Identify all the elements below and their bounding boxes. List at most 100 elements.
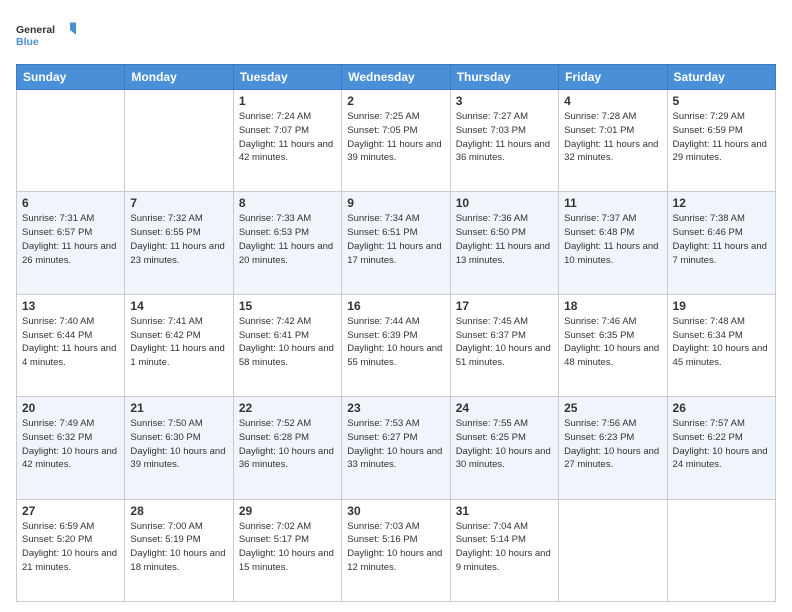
calendar-cell: 13Sunrise: 7:40 AM Sunset: 6:44 PM Dayli… bbox=[17, 294, 125, 396]
calendar-cell: 18 Sunrise: 7:46 AM Sunset: 6:35 PM Dayli… bbox=[559, 294, 667, 396]
day-info: Sunrise: 7:29 AM Sunset: 6:59 PM Dayligh… bbox=[673, 110, 770, 165]
header-saturday: Saturday bbox=[667, 65, 775, 90]
day-info: Sunrise: 7:45 AM Sunset: 6:37 PM Dayligh… bbox=[456, 315, 553, 370]
day-number: 11 bbox=[564, 196, 661, 210]
day-info: Sunrise: 7:53 AM Sunset: 6:27 PM Dayligh… bbox=[347, 417, 444, 472]
calendar-cell: 31Sunrise: 7:04 AM Sunset: 5:14 PM Dayli… bbox=[450, 499, 558, 601]
calendar-cell: 19 Sunrise: 7:48 AM Sunset: 6:34 PM Dayli… bbox=[667, 294, 775, 396]
header-wednesday: Wednesday bbox=[342, 65, 450, 90]
day-number: 2 bbox=[347, 94, 444, 108]
day-number: 18 bbox=[564, 299, 661, 313]
calendar-cell: 5 Sunrise: 7:29 AM Sunset: 6:59 PM Daylig… bbox=[667, 90, 775, 192]
day-info: Sunrise: 7:37 AM Sunset: 6:48 PM Dayligh… bbox=[564, 212, 661, 267]
calendar-cell: 27 Sunrise: 6:59 AM Sunset: 5:20 PM Dayli… bbox=[17, 499, 125, 601]
day-number: 7 bbox=[130, 196, 227, 210]
calendar-cell bbox=[125, 90, 233, 192]
page: General Blue SundayMondayTuesdayWednesda… bbox=[0, 0, 792, 612]
day-number: 16 bbox=[347, 299, 444, 313]
header-monday: Monday bbox=[125, 65, 233, 90]
calendar-cell: 24 Sunrise: 7:55 AM Sunset: 6:25 PM Dayli… bbox=[450, 397, 558, 499]
calendar-cell: 29Sunrise: 7:02 AM Sunset: 5:17 PM Dayli… bbox=[233, 499, 341, 601]
week-row-5: 27 Sunrise: 6:59 AM Sunset: 5:20 PM Dayli… bbox=[17, 499, 776, 601]
week-row-1: 1Sunrise: 7:24 AM Sunset: 7:07 PM Daylig… bbox=[17, 90, 776, 192]
calendar-cell: 16 Sunrise: 7:44 AM Sunset: 6:39 PM Dayli… bbox=[342, 294, 450, 396]
calendar-cell bbox=[667, 499, 775, 601]
day-info: Sunrise: 7:49 AM Sunset: 6:32 PM Dayligh… bbox=[22, 417, 119, 472]
calendar-cell: 17 Sunrise: 7:45 AM Sunset: 6:37 PM Dayli… bbox=[450, 294, 558, 396]
day-info: Sunrise: 7:27 AM Sunset: 7:03 PM Dayligh… bbox=[456, 110, 553, 165]
day-info: Sunrise: 7:32 AM Sunset: 6:55 PM Dayligh… bbox=[130, 212, 227, 267]
day-info: Sunrise: 7:33 AM Sunset: 6:53 PM Dayligh… bbox=[239, 212, 336, 267]
calendar-cell: 21 Sunrise: 7:50 AM Sunset: 6:30 PM Dayli… bbox=[125, 397, 233, 499]
calendar-cell bbox=[17, 90, 125, 192]
day-number: 17 bbox=[456, 299, 553, 313]
day-number: 28 bbox=[130, 504, 227, 518]
svg-text:General: General bbox=[16, 24, 55, 36]
calendar-cell: 8Sunrise: 7:33 AM Sunset: 6:53 PM Daylig… bbox=[233, 192, 341, 294]
day-number: 22 bbox=[239, 401, 336, 415]
day-info: Sunrise: 7:41 AM Sunset: 6:42 PM Dayligh… bbox=[130, 315, 227, 370]
day-info: Sunrise: 7:44 AM Sunset: 6:39 PM Dayligh… bbox=[347, 315, 444, 370]
calendar-cell: 12 Sunrise: 7:38 AM Sunset: 6:46 PM Dayli… bbox=[667, 192, 775, 294]
calendar-cell: 11 Sunrise: 7:37 AM Sunset: 6:48 PM Dayli… bbox=[559, 192, 667, 294]
day-info: Sunrise: 7:02 AM Sunset: 5:17 PM Dayligh… bbox=[239, 520, 336, 575]
calendar-cell: 6 Sunrise: 7:31 AM Sunset: 6:57 PM Daylig… bbox=[17, 192, 125, 294]
day-info: Sunrise: 7:25 AM Sunset: 7:05 PM Dayligh… bbox=[347, 110, 444, 165]
day-info: Sunrise: 7:57 AM Sunset: 6:22 PM Dayligh… bbox=[673, 417, 770, 472]
calendar-cell: 26 Sunrise: 7:57 AM Sunset: 6:22 PM Dayli… bbox=[667, 397, 775, 499]
day-number: 1 bbox=[239, 94, 336, 108]
day-info: Sunrise: 7:46 AM Sunset: 6:35 PM Dayligh… bbox=[564, 315, 661, 370]
calendar-cell: 1Sunrise: 7:24 AM Sunset: 7:07 PM Daylig… bbox=[233, 90, 341, 192]
calendar-header-row: SundayMondayTuesdayWednesdayThursdayFrid… bbox=[17, 65, 776, 90]
day-number: 14 bbox=[130, 299, 227, 313]
day-number: 24 bbox=[456, 401, 553, 415]
day-number: 10 bbox=[456, 196, 553, 210]
day-number: 26 bbox=[673, 401, 770, 415]
day-info: Sunrise: 7:38 AM Sunset: 6:46 PM Dayligh… bbox=[673, 212, 770, 267]
day-number: 5 bbox=[673, 94, 770, 108]
calendar-cell: 3 Sunrise: 7:27 AM Sunset: 7:03 PM Daylig… bbox=[450, 90, 558, 192]
day-info: Sunrise: 6:59 AM Sunset: 5:20 PM Dayligh… bbox=[22, 520, 119, 575]
day-number: 12 bbox=[673, 196, 770, 210]
day-number: 20 bbox=[22, 401, 119, 415]
calendar-cell bbox=[559, 499, 667, 601]
day-number: 13 bbox=[22, 299, 119, 313]
logo: General Blue bbox=[16, 16, 76, 56]
day-number: 15 bbox=[239, 299, 336, 313]
calendar-cell: 9Sunrise: 7:34 AM Sunset: 6:51 PM Daylig… bbox=[342, 192, 450, 294]
day-info: Sunrise: 7:56 AM Sunset: 6:23 PM Dayligh… bbox=[564, 417, 661, 472]
header-thursday: Thursday bbox=[450, 65, 558, 90]
svg-text:Blue: Blue bbox=[16, 36, 39, 48]
day-number: 31 bbox=[456, 504, 553, 518]
day-info: Sunrise: 7:50 AM Sunset: 6:30 PM Dayligh… bbox=[130, 417, 227, 472]
calendar-cell: 10 Sunrise: 7:36 AM Sunset: 6:50 PM Dayli… bbox=[450, 192, 558, 294]
calendar-cell: 25 Sunrise: 7:56 AM Sunset: 6:23 PM Dayli… bbox=[559, 397, 667, 499]
day-info: Sunrise: 7:31 AM Sunset: 6:57 PM Dayligh… bbox=[22, 212, 119, 267]
day-info: Sunrise: 7:55 AM Sunset: 6:25 PM Dayligh… bbox=[456, 417, 553, 472]
logo-svg: General Blue bbox=[16, 16, 76, 56]
header-sunday: Sunday bbox=[17, 65, 125, 90]
calendar-cell: 22Sunrise: 7:52 AM Sunset: 6:28 PM Dayli… bbox=[233, 397, 341, 499]
day-info: Sunrise: 7:00 AM Sunset: 5:19 PM Dayligh… bbox=[130, 520, 227, 575]
calendar-cell: 2 Sunrise: 7:25 AM Sunset: 7:05 PM Daylig… bbox=[342, 90, 450, 192]
day-number: 6 bbox=[22, 196, 119, 210]
day-number: 3 bbox=[456, 94, 553, 108]
day-number: 27 bbox=[22, 504, 119, 518]
day-info: Sunrise: 7:48 AM Sunset: 6:34 PM Dayligh… bbox=[673, 315, 770, 370]
calendar-cell: 20 Sunrise: 7:49 AM Sunset: 6:32 PM Dayli… bbox=[17, 397, 125, 499]
calendar-cell: 15Sunrise: 7:42 AM Sunset: 6:41 PM Dayli… bbox=[233, 294, 341, 396]
calendar-cell: 28 Sunrise: 7:00 AM Sunset: 5:19 PM Dayli… bbox=[125, 499, 233, 601]
day-info: Sunrise: 7:36 AM Sunset: 6:50 PM Dayligh… bbox=[456, 212, 553, 267]
header-tuesday: Tuesday bbox=[233, 65, 341, 90]
day-number: 4 bbox=[564, 94, 661, 108]
calendar-cell: 23 Sunrise: 7:53 AM Sunset: 6:27 PM Dayli… bbox=[342, 397, 450, 499]
day-number: 21 bbox=[130, 401, 227, 415]
day-info: Sunrise: 7:28 AM Sunset: 7:01 PM Dayligh… bbox=[564, 110, 661, 165]
day-info: Sunrise: 7:03 AM Sunset: 5:16 PM Dayligh… bbox=[347, 520, 444, 575]
calendar-cell: 7 Sunrise: 7:32 AM Sunset: 6:55 PM Daylig… bbox=[125, 192, 233, 294]
day-number: 19 bbox=[673, 299, 770, 313]
day-number: 25 bbox=[564, 401, 661, 415]
day-number: 23 bbox=[347, 401, 444, 415]
week-row-3: 13Sunrise: 7:40 AM Sunset: 6:44 PM Dayli… bbox=[17, 294, 776, 396]
calendar-cell: 14 Sunrise: 7:41 AM Sunset: 6:42 PM Dayli… bbox=[125, 294, 233, 396]
